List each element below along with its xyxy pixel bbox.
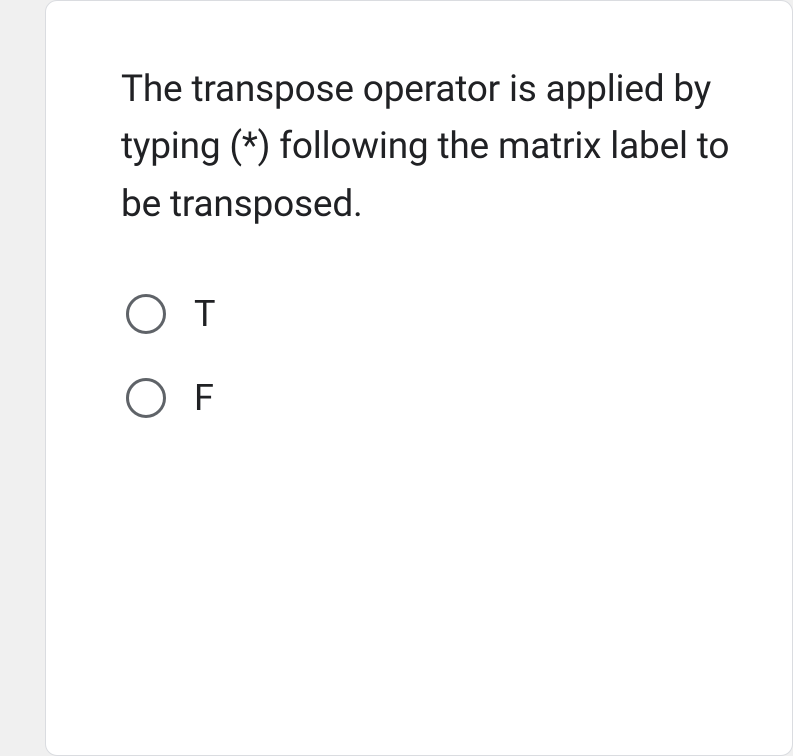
question-text: The transpose operator is applied by typ… — [121, 61, 742, 233]
option-label: F — [194, 377, 214, 419]
option-true[interactable]: T — [126, 293, 742, 335]
options-group: T F — [121, 293, 742, 419]
radio-icon — [126, 294, 166, 334]
radio-icon — [126, 378, 166, 418]
option-label: T — [194, 293, 215, 335]
question-card: The transpose operator is applied by typ… — [45, 0, 793, 756]
option-false[interactable]: F — [126, 377, 742, 419]
